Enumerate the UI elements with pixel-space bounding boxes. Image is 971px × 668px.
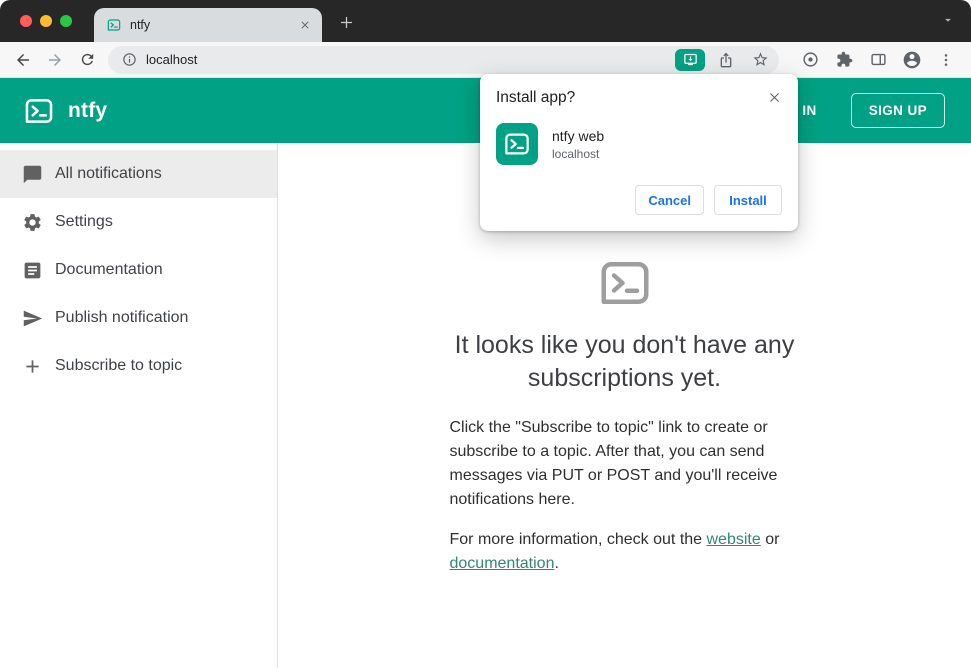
website-link[interactable]: website xyxy=(707,531,761,548)
share-icon[interactable] xyxy=(713,47,739,73)
side-panel-icon[interactable] xyxy=(865,47,891,73)
ntfy-logo-icon xyxy=(22,94,56,128)
gear-icon xyxy=(24,213,41,231)
profile-avatar-icon[interactable] xyxy=(899,47,925,73)
tab-title: ntfy xyxy=(130,18,151,32)
sidebar-item-all-notifications[interactable]: All notifications xyxy=(0,150,277,198)
extensions-puzzle-icon[interactable] xyxy=(831,47,857,73)
ntfy-app-icon xyxy=(496,123,538,165)
more-suffix-text: . xyxy=(554,555,559,572)
dialog-app-origin: localhost xyxy=(552,146,600,161)
new-tab-button[interactable] xyxy=(332,8,360,36)
toolbar-extensions-area xyxy=(787,47,963,73)
site-info-icon[interactable] xyxy=(120,51,138,69)
install-app-icon[interactable] xyxy=(675,48,705,71)
sidebar-item-documentation[interactable]: Documentation xyxy=(0,246,277,294)
more-prefix-text: For more information, check out the xyxy=(449,531,707,548)
bookmark-star-icon[interactable] xyxy=(747,47,773,73)
empty-state-heading: It looks like you don't have any subscri… xyxy=(454,331,795,392)
sidebar-item-label: Subscribe to topic xyxy=(55,357,183,374)
sidebar-item-subscribe-to-topic[interactable]: Subscribe to topic xyxy=(0,342,277,390)
zoom-window-button[interactable] xyxy=(60,15,72,27)
documentation-link[interactable]: documentation xyxy=(450,555,555,572)
dialog-app-name: ntfy web xyxy=(552,127,605,144)
forward-button[interactable] xyxy=(40,46,70,74)
install-app-dialog: Install app? ntfy web localhost Cancel I… xyxy=(480,74,798,231)
sidebar-item-label: Settings xyxy=(55,213,113,230)
ntfy-favicon-icon xyxy=(106,17,122,33)
sidebar-item-settings[interactable]: Settings xyxy=(0,198,277,246)
sidebar-item-publish-notification[interactable]: Publish notification xyxy=(0,294,277,342)
minimize-window-button[interactable] xyxy=(40,15,52,27)
empty-state-text: Click the "Subscribe to topic" link to c… xyxy=(449,419,778,508)
dialog-title: Install app? xyxy=(496,89,576,106)
browser-window: ntfy localhost ntfy IN SIGN UP All notif… xyxy=(0,0,971,668)
brand-name: ntfy xyxy=(68,98,108,122)
article-icon xyxy=(24,262,41,278)
empty-state-more: For more information, check out the webs… xyxy=(450,528,800,576)
reload-button[interactable] xyxy=(72,46,102,74)
tab-search-chevron-icon[interactable] xyxy=(941,13,955,32)
sidebar-item-label: Documentation xyxy=(55,261,163,278)
install-button[interactable]: Install xyxy=(714,185,782,215)
sidebar-item-label: All notifications xyxy=(55,165,162,182)
browser-toolbar: localhost xyxy=(0,42,971,78)
chat-bubble-icon xyxy=(23,165,42,183)
more-middle-text: or xyxy=(760,531,780,548)
traffic-lights xyxy=(20,15,72,27)
plus-icon xyxy=(26,359,39,373)
extension-icon[interactable] xyxy=(797,47,823,73)
address-bar[interactable]: localhost xyxy=(108,45,779,74)
tab-close-icon[interactable] xyxy=(296,16,314,34)
browser-menu-icon[interactable] xyxy=(933,47,959,73)
close-window-button[interactable] xyxy=(20,15,32,27)
tab-strip: ntfy xyxy=(0,0,971,42)
ntfy-terminal-icon xyxy=(589,253,661,313)
sidebar-item-label: Publish notification xyxy=(55,309,189,326)
send-icon xyxy=(23,310,43,326)
browser-tab[interactable]: ntfy xyxy=(94,8,322,42)
sidebar: All notifications Settings Documentation… xyxy=(0,143,278,668)
dialog-close-icon[interactable] xyxy=(764,87,784,107)
sign-up-button[interactable]: SIGN UP xyxy=(850,93,945,128)
url-text: localhost xyxy=(146,52,198,67)
back-button[interactable] xyxy=(8,46,38,74)
cancel-button[interactable]: Cancel xyxy=(635,185,704,215)
